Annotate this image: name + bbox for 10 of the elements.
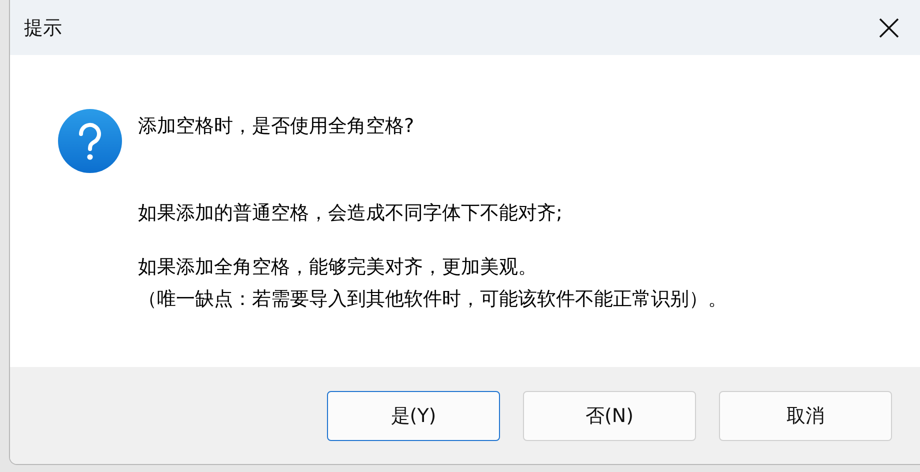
close-icon: [878, 16, 900, 38]
message-text: 如果添加的普通空格，会造成不同字体下不能对齐;: [138, 201, 564, 226]
question-icon: [58, 109, 122, 173]
message-text: 如果添加全角空格，能够完美对齐，更加美观。: [138, 255, 538, 280]
dialog-button[interactable]: 否(N): [523, 390, 696, 440]
dialog-button[interactable]: 取消: [719, 390, 892, 440]
message-text: （唯一缺点：若需要导入到其他软件时，可能该软件不能正常识别）。: [138, 287, 727, 312]
window-title: 提示: [24, 16, 62, 40]
question-text: 添加空格时，是否使用全角空格?: [138, 114, 416, 139]
dialog-button[interactable]: 是(Y): [327, 390, 500, 440]
